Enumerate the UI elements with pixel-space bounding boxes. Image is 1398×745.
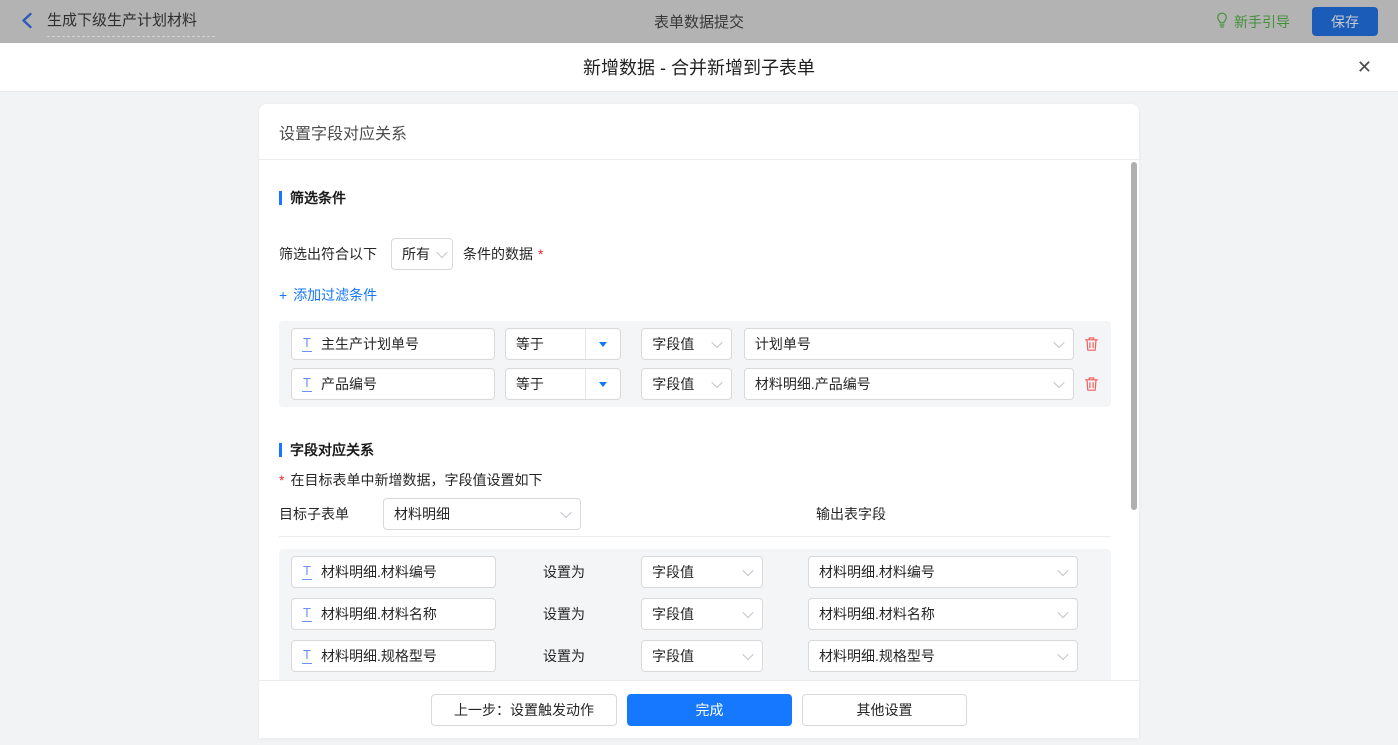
scrollbar-thumb[interactable] [1131, 162, 1137, 510]
text-field-icon: T [302, 648, 312, 664]
modal-header: 新增数据 - 合并新增到子表单 ✕ [0, 43, 1398, 92]
chevron-down-icon [711, 337, 722, 348]
back-button[interactable] [20, 12, 33, 32]
text-field-icon: T [302, 564, 312, 580]
value-type-select[interactable]: 字段值 [641, 598, 763, 630]
operator-select[interactable]: 等于 [505, 368, 621, 400]
beginner-guide-label: 新手引导 [1234, 12, 1290, 32]
settings-card: 设置字段对应关系 筛选条件 筛选出符合以下 所有 条件的数据 * + 添加过滤条… [259, 104, 1139, 738]
target-subform-select[interactable]: 材料明细 [383, 498, 581, 530]
set-as-label: 设置为 [543, 562, 587, 582]
value-type-select[interactable]: 字段值 [641, 556, 763, 588]
chevron-down-icon [1053, 337, 1064, 348]
chevron-down-icon [742, 607, 753, 618]
value-select[interactable]: 材料明细.材料名称 [808, 598, 1078, 630]
previous-step-button[interactable]: 上一步：设置触发动作 [431, 694, 617, 726]
caret-down-icon [599, 382, 607, 387]
chevron-down-icon [1053, 377, 1064, 388]
mapping-section-title: 字段对应关系 [279, 440, 1119, 460]
operator-select[interactable]: 等于 [505, 328, 621, 360]
target-subform-label: 目标子表单 [279, 504, 349, 524]
delete-condition-button[interactable] [1084, 336, 1099, 352]
beginner-guide-link[interactable]: 新手引导 [1215, 12, 1290, 32]
mapping-field-input[interactable]: T 材料明细.规格型号 [291, 640, 496, 672]
filter-sentence-prefix: 筛选出符合以下 [279, 244, 377, 264]
mapping-row: T 材料明细.材料名称 设置为 字段值 材料明细.材料名称 [291, 598, 1099, 630]
plus-icon: + [279, 287, 287, 303]
output-fields-label: 输出表字段 [816, 504, 886, 524]
close-icon[interactable]: ✕ [1357, 58, 1372, 76]
mapping-note: * 在目标表单中新增数据，字段值设置如下 [279, 470, 1119, 490]
match-mode-select[interactable]: 所有 [391, 238, 453, 270]
text-field-icon: T [302, 606, 312, 622]
text-field-icon: T [302, 376, 312, 392]
done-button[interactable]: 完成 [627, 694, 792, 726]
modal-footer: 上一步：设置触发动作 完成 其他设置 [259, 680, 1139, 738]
modal-title: 新增数据 - 合并新增到子表单 [583, 54, 815, 80]
chevron-down-icon [560, 507, 571, 518]
filter-row: T 产品编号 等于 字段值 材料明细.产品编号 [291, 368, 1099, 400]
trash-icon [1084, 336, 1099, 352]
other-settings-button[interactable]: 其他设置 [802, 694, 967, 726]
filter-field-input[interactable]: T 主生产计划单号 [291, 328, 495, 360]
value-select[interactable]: 计划单号 [744, 328, 1074, 360]
filter-conditions-box: T 主生产计划单号 等于 字段值 计划单号 [279, 321, 1111, 407]
required-mark: * [279, 472, 284, 488]
value-select[interactable]: 材料明细.规格型号 [808, 640, 1078, 672]
chevron-left-icon [20, 12, 33, 32]
trash-icon [1084, 376, 1099, 392]
chevron-down-icon [1057, 649, 1068, 660]
mapping-row: T 材料明细.材料编号 设置为 字段值 材料明细.材料编号 [291, 556, 1099, 588]
filter-sentence-suffix: 条件的数据 [463, 244, 533, 264]
chevron-down-icon [711, 377, 722, 388]
value-select[interactable]: 材料明细.材料编号 [808, 556, 1078, 588]
set-as-label: 设置为 [543, 646, 587, 666]
modal-body: 设置字段对应关系 筛选条件 筛选出符合以下 所有 条件的数据 * + 添加过滤条… [0, 92, 1398, 745]
chevron-down-icon [1057, 607, 1068, 618]
chevron-down-icon [742, 565, 753, 576]
top-bar: 生成下级生产计划材料 表单数据提交 新手引导 保存 [0, 0, 1398, 43]
page-title: 表单数据提交 [654, 11, 744, 32]
save-button[interactable]: 保存 [1312, 7, 1378, 36]
section-marker [279, 191, 282, 205]
required-mark: * [538, 246, 543, 262]
filter-section-title: 筛选条件 [279, 188, 1119, 208]
add-filter-condition-link[interactable]: + 添加过滤条件 [279, 285, 377, 305]
value-type-select[interactable]: 字段值 [641, 328, 732, 360]
section-marker [279, 443, 282, 457]
card-header: 设置字段对应关系 [259, 104, 1139, 160]
mapping-row: T 材料明细.规格型号 设置为 字段值 材料明细.规格型号 [291, 640, 1099, 672]
filter-row: T 主生产计划单号 等于 字段值 计划单号 [291, 328, 1099, 360]
set-as-label: 设置为 [543, 604, 587, 624]
mapping-field-input[interactable]: T 材料明细.材料名称 [291, 598, 496, 630]
mapping-field-input[interactable]: T 材料明细.材料编号 [291, 556, 496, 588]
divider [279, 536, 1111, 537]
value-select[interactable]: 材料明细.产品编号 [744, 368, 1074, 400]
chevron-down-icon [436, 247, 447, 258]
text-field-icon: T [302, 336, 312, 352]
value-type-select[interactable]: 字段值 [641, 640, 763, 672]
chevron-down-icon [1057, 565, 1068, 576]
caret-down-icon [599, 342, 607, 347]
filter-field-input[interactable]: T 产品编号 [291, 368, 495, 400]
flow-title[interactable]: 生成下级生产计划材料 [47, 7, 215, 37]
delete-condition-button[interactable] [1084, 376, 1099, 392]
lightbulb-icon [1215, 12, 1229, 32]
chevron-down-icon [742, 649, 753, 660]
value-type-select[interactable]: 字段值 [641, 368, 732, 400]
